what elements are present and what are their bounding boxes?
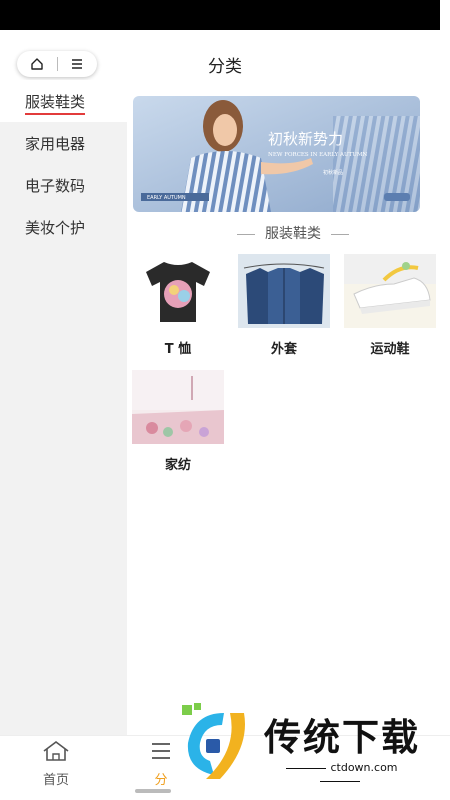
category-icon xyxy=(152,743,170,759)
status-bar xyxy=(0,0,450,30)
product-sneakers[interactable]: 运动鞋 xyxy=(344,254,436,357)
category-sidebar: 服装鞋类 家用电器 电子数码 美妆个护 xyxy=(0,80,127,735)
sidebar-item-appliances[interactable]: 家用电器 xyxy=(0,122,127,164)
product-label: 家纺 xyxy=(164,458,191,473)
product-image xyxy=(238,254,330,328)
banner-small-text: 初秋新品 xyxy=(323,169,343,176)
sidebar-item-clothing[interactable]: 服装鞋类 xyxy=(0,80,127,122)
watermark-brand: 传统下载 xyxy=(264,716,420,759)
sidebar-item-label: 美妆个护 xyxy=(25,218,86,237)
tab-label: 首页 xyxy=(42,773,69,788)
sidebar-item-label: 家用电器 xyxy=(25,134,86,153)
section-title: 服装鞋类 xyxy=(127,223,450,243)
watermark-url: ctdown.com xyxy=(260,761,420,787)
product-image xyxy=(132,254,224,328)
url-line-left xyxy=(286,767,327,769)
banner-image: 初秋新势力 NEW FORCES IN EARLY AUTUMN EARLY A… xyxy=(133,96,420,212)
promo-banner[interactable]: 初秋新势力 NEW FORCES IN EARLY AUTUMN EARLY A… xyxy=(133,96,420,212)
tab-home[interactable]: 首页 xyxy=(6,736,106,800)
sidebar-item-label: 服装鞋类 xyxy=(25,92,86,115)
watermark-url-text: ctdown.com xyxy=(330,761,398,774)
watermark: 传统下载 ctdown.com xyxy=(180,703,450,783)
product-image xyxy=(344,254,436,328)
status-bar-fill xyxy=(0,0,440,30)
home-icon xyxy=(43,741,69,761)
banner-headline: 初秋新势力 xyxy=(268,130,343,148)
banner-tag: EARLY AUTUMN xyxy=(147,195,186,201)
banner-subline: NEW FORCES IN EARLY AUTUMN xyxy=(268,152,368,158)
sidebar-item-label: 电子数码 xyxy=(25,176,86,195)
brand-logo-icon xyxy=(182,703,245,779)
divider-left xyxy=(237,233,255,235)
product-jacket[interactable]: 外套 xyxy=(238,254,330,357)
sidebar-item-beauty[interactable]: 美妆个护 xyxy=(0,206,127,248)
home-indicator xyxy=(135,789,171,793)
category-content: 初秋新势力 NEW FORCES IN EARLY AUTUMN EARLY A… xyxy=(127,92,450,735)
banner-button[interactable] xyxy=(384,193,410,201)
url-line-right xyxy=(320,780,360,782)
divider-right xyxy=(331,233,349,235)
page-title: 分类 xyxy=(208,57,242,77)
product-label: 外套 xyxy=(270,342,297,357)
section-title-text: 服装鞋类 xyxy=(265,226,321,242)
product-label: T 恤 xyxy=(164,342,192,357)
product-image xyxy=(132,370,224,444)
product-tshirt[interactable]: T 恤 xyxy=(132,254,224,357)
product-home-textiles[interactable]: 家纺 xyxy=(132,370,224,473)
sidebar-item-electronics[interactable]: 电子数码 xyxy=(0,164,127,206)
product-label: 运动鞋 xyxy=(370,342,410,357)
